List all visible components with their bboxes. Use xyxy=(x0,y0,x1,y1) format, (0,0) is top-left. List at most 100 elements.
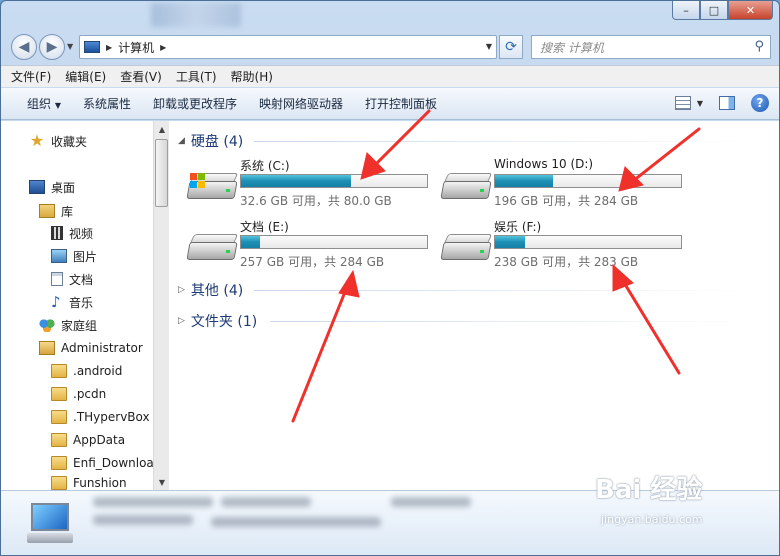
change-view-icon[interactable] xyxy=(674,96,691,110)
search-placeholder: 搜索 计算机 xyxy=(540,40,604,55)
sidebar-item-desktop[interactable]: 桌面 xyxy=(29,177,75,197)
menu-view[interactable]: 查看(V) xyxy=(120,68,162,85)
search-icon[interactable]: ⚲ xyxy=(754,39,764,54)
map-network-drive-button[interactable]: 映射网络驱动器 xyxy=(259,95,343,112)
expand-icon: ▷ xyxy=(178,285,185,295)
folder-icon xyxy=(51,410,67,424)
organize-button[interactable]: 组织 ▼ xyxy=(27,95,61,112)
sidebar-folder-item[interactable]: .android xyxy=(51,361,122,381)
system-properties-button[interactable]: 系统属性 xyxy=(83,95,131,112)
group-hard-disks[interactable]: ◢ 硬盘 (4) xyxy=(178,131,243,151)
sidebar-item-label: 视频 xyxy=(69,226,94,241)
sidebar-folder-item[interactable]: .THypervBox xyxy=(51,407,150,427)
drive-usage-bar xyxy=(494,174,682,188)
folder-icon xyxy=(51,456,67,470)
command-bar: 组织 ▼ 系统属性 卸载或更改程序 映射网络驱动器 打开控制面板 ▼ ? xyxy=(1,88,779,120)
help-icon[interactable]: ? xyxy=(751,94,769,112)
minimize-button[interactable]: – xyxy=(672,1,700,20)
sidebar-item-label: 桌面 xyxy=(51,180,76,195)
sidebar-item-pictures[interactable]: 图片 xyxy=(51,246,97,266)
view-dropdown-icon[interactable]: ▼ xyxy=(697,99,703,108)
search-input[interactable]: 搜索 计算机 ⚲ xyxy=(531,35,771,59)
back-button[interactable]: ◀ xyxy=(11,34,37,60)
group-folders-label: 文件夹 (1) xyxy=(190,314,258,330)
group-hard-disks-label: 硬盘 (4) xyxy=(190,134,244,150)
drive-e[interactable]: 文档 (E:) 257 GB 可用，共 284 GB xyxy=(186,218,438,274)
sidebar-scrollbar[interactable]: ▲ ▼ xyxy=(153,121,169,490)
breadcrumb-separator-icon[interactable]: ▶ xyxy=(106,43,112,52)
blurred-info xyxy=(211,517,381,527)
group-other[interactable]: ▷ 其他 (4) xyxy=(178,280,243,300)
folder-icon xyxy=(51,364,67,378)
sidebar-folder-item[interactable]: Funshion xyxy=(51,476,127,490)
refresh-icon: ⟳ xyxy=(505,39,517,55)
drive-usage-fill xyxy=(495,175,553,187)
windows-drive-icon xyxy=(186,171,239,201)
sidebar-item-library[interactable]: 库 xyxy=(39,201,73,221)
folder-icon xyxy=(51,433,67,447)
back-arrow-icon: ◀ xyxy=(18,39,30,55)
sidebar-item-label: 文档 xyxy=(69,272,94,287)
sidebar-item-documents[interactable]: 文档 xyxy=(51,269,93,289)
menu-file[interactable]: 文件(F) xyxy=(11,68,51,85)
drive-usage-bar xyxy=(240,174,428,188)
preview-pane-icon[interactable] xyxy=(719,96,735,110)
group-other-label: 其他 (4) xyxy=(190,283,244,299)
drive-usage-bar xyxy=(494,235,682,249)
scroll-thumb[interactable] xyxy=(155,139,168,207)
folder-icon xyxy=(51,476,67,490)
breadcrumb-separator-icon[interactable]: ▶ xyxy=(160,43,166,52)
maximize-button[interactable]: □ xyxy=(700,1,728,20)
recent-pages-dropdown[interactable]: ▼ xyxy=(67,42,73,51)
address-bar[interactable]: ▶ 计算机 ▶ ▼ xyxy=(79,35,497,59)
sidebar-item-label: 家庭组 xyxy=(61,318,98,333)
sidebar-item-administrator[interactable]: Administrator xyxy=(39,338,143,358)
video-icon xyxy=(51,226,63,240)
drive-name: 娱乐 (F:) xyxy=(494,220,542,234)
main-pane: ◢ 硬盘 (4) 系统 (C:) 32.6 GB 可用，共 80.0 GB Wi… xyxy=(170,121,779,490)
menu-tools[interactable]: 工具(T) xyxy=(176,68,217,85)
drive-usage-fill xyxy=(241,236,260,248)
hard-drive-icon xyxy=(440,171,493,201)
sidebar-item-homegroup[interactable]: 家庭组 xyxy=(39,315,97,335)
baidu-watermark: Bai 经验 jingyan.baidu.com xyxy=(595,469,765,541)
close-button[interactable]: ✕ xyxy=(728,1,773,20)
sidebar-folder-item[interactable]: AppData xyxy=(51,430,125,450)
sidebar-folder-item[interactable]: .pcdn xyxy=(51,384,106,404)
scroll-up-icon[interactable]: ▲ xyxy=(154,121,170,137)
sidebar-item-label: 音乐 xyxy=(69,295,94,310)
menu-help[interactable]: 帮助(H) xyxy=(231,68,273,85)
sidebar-item-label: Administrator xyxy=(61,341,143,355)
sidebar-item-favorites[interactable]: ★ 收藏夹 xyxy=(29,131,87,151)
command-bar-right: ▼ ? xyxy=(674,94,769,112)
menu-edit[interactable]: 编辑(E) xyxy=(65,68,106,85)
blurred-info xyxy=(221,497,311,507)
drive-f[interactable]: 娱乐 (F:) 238 GB 可用，共 283 GB xyxy=(440,218,692,274)
sidebar-item-label: .android xyxy=(73,364,123,378)
hard-drive-icon xyxy=(440,232,493,262)
organize-dropdown-icon: ▼ xyxy=(54,101,61,110)
breadcrumb-computer[interactable]: 计算机 xyxy=(118,39,154,56)
uninstall-program-button[interactable]: 卸载或更改程序 xyxy=(153,95,237,112)
refresh-button[interactable]: ⟳ xyxy=(499,35,523,59)
desktop-icon xyxy=(29,180,45,194)
sidebar-item-label: Enfi_Download xyxy=(73,456,153,470)
menu-bar: 文件(F) 编辑(E) 查看(V) 工具(T) 帮助(H) xyxy=(1,65,779,87)
scroll-down-icon[interactable]: ▼ xyxy=(154,474,170,490)
drive-d[interactable]: Windows 10 (D:) 196 GB 可用，共 284 GB xyxy=(440,157,692,213)
title-bar[interactable]: – □ ✕ xyxy=(1,1,779,29)
blurred-info xyxy=(391,497,471,507)
forward-button[interactable]: ▶ xyxy=(39,34,65,60)
group-folders[interactable]: ▷ 文件夹 (1) xyxy=(178,311,257,331)
music-note-icon: ♪ xyxy=(51,293,61,311)
address-dropdown-icon[interactable]: ▼ xyxy=(486,42,492,51)
open-control-panel-button[interactable]: 打开控制面板 xyxy=(365,95,437,112)
address-row: ◀ ▶ ▼ ▶ 计算机 ▶ ▼ ⟳ 搜索 计算机 ⚲ xyxy=(1,31,779,63)
drive-c[interactable]: 系统 (C:) 32.6 GB 可用，共 80.0 GB xyxy=(186,157,438,213)
sidebar-item-video[interactable]: 视频 xyxy=(51,223,93,243)
sidebar-item-label: 收藏夹 xyxy=(51,134,88,149)
expand-icon: ▷ xyxy=(178,316,185,326)
blurred-info xyxy=(93,497,213,507)
sidebar-folder-item[interactable]: Enfi_Download xyxy=(51,453,153,473)
sidebar-item-music[interactable]: ♪ 音乐 xyxy=(51,292,93,312)
